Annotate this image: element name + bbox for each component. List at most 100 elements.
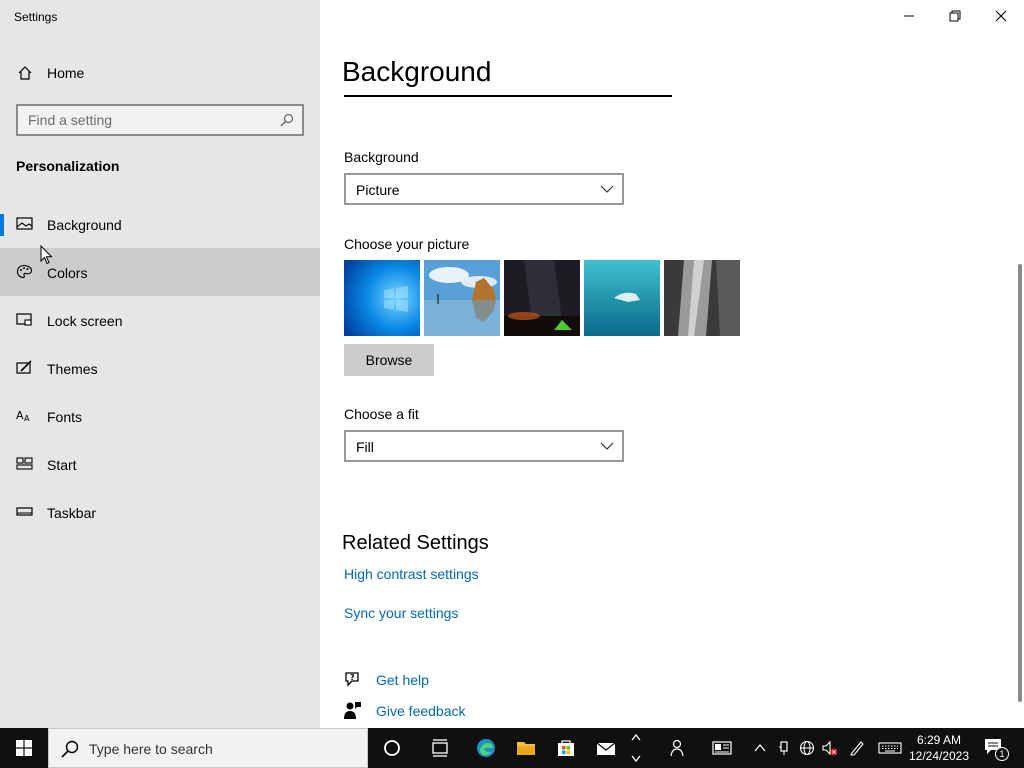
close-button[interactable]: [978, 0, 1024, 32]
picture-thumbnail-underwater[interactable]: [584, 260, 660, 336]
section-title: Personalization: [16, 158, 120, 174]
windows-wallpaper-image: [344, 260, 420, 336]
cortana-icon: [384, 740, 400, 756]
sidebar-item-label: Fonts: [47, 409, 83, 425]
news-icon: [712, 741, 732, 755]
restore-icon: [949, 10, 961, 22]
taskbar-scroll-arrows[interactable]: [628, 728, 644, 768]
close-icon: [995, 10, 1007, 22]
taskbar-clock[interactable]: 6:29 AM 12/24/2023: [904, 732, 974, 764]
scrollbar[interactable]: [1018, 264, 1022, 702]
sidebar-item-lock-screen[interactable]: Lock screen: [0, 296, 320, 344]
store-button[interactable]: [546, 728, 586, 768]
show-hidden-icons-chevron-icon[interactable]: [752, 740, 768, 756]
underwater-wallpaper-image: [584, 260, 660, 336]
sync-settings-link[interactable]: Sync your settings: [344, 605, 458, 621]
beach-wallpaper-image: [424, 260, 500, 336]
taskbar: Type here to search 6:29 AM 12/24/2023 1: [0, 728, 1024, 768]
sidebar-item-label: Taskbar: [47, 505, 97, 521]
help-icon: ?: [345, 672, 359, 687]
keyboard-icon[interactable]: [878, 740, 902, 756]
restore-button[interactable]: [932, 0, 978, 32]
network-globe-icon[interactable]: [799, 740, 815, 756]
sidebar-item-label: Themes: [47, 361, 98, 377]
picture-icon: [16, 217, 33, 230]
background-label: Background: [344, 149, 419, 165]
fit-dropdown-value: Fill: [356, 439, 374, 455]
get-help-link[interactable]: Get help: [376, 672, 429, 688]
svg-text:?: ?: [350, 673, 355, 682]
volume-muted-icon[interactable]: [822, 740, 838, 756]
search-icon[interactable]: [280, 113, 294, 127]
sidebar: Settings Home Find a setting Personaliza…: [0, 0, 320, 728]
fit-dropdown[interactable]: Fill: [344, 430, 624, 462]
search-placeholder: Find a setting: [28, 112, 113, 128]
picture-thumbnail-beach[interactable]: [424, 260, 500, 336]
taskbar-search-placeholder: Type here to search: [89, 741, 213, 757]
sidebar-item-start[interactable]: Start: [0, 440, 320, 488]
night-sky-wallpaper-image: [504, 260, 580, 336]
related-settings-heading: Related Settings: [342, 532, 489, 554]
sidebar-item-themes[interactable]: Themes: [0, 344, 320, 392]
choose-picture-label: Choose your picture: [344, 236, 470, 252]
people-button[interactable]: [656, 728, 696, 768]
news-button[interactable]: [702, 728, 742, 768]
give-feedback-link[interactable]: Give feedback: [376, 703, 466, 719]
start-button[interactable]: [0, 728, 48, 768]
home-icon: [18, 66, 32, 80]
sidebar-item-label: Colors: [47, 265, 88, 281]
sidebar-item-fonts[interactable]: A A Fonts: [0, 392, 320, 440]
pen-icon[interactable]: [849, 740, 865, 756]
folder-icon: [517, 742, 535, 755]
clock-date: 12/24/2023: [908, 749, 970, 763]
picture-thumbnail-windows[interactable]: [344, 260, 420, 336]
palette-icon: [16, 264, 33, 279]
taskbar-search-box[interactable]: Type here to search: [48, 728, 368, 768]
sidebar-item-background[interactable]: Background: [0, 200, 320, 248]
background-dropdown-value: Picture: [356, 182, 400, 198]
action-center-button[interactable]: 1: [980, 728, 1020, 768]
task-view-button[interactable]: [420, 728, 460, 768]
taskbar-icon: [16, 507, 33, 516]
background-dropdown[interactable]: Picture: [344, 173, 624, 205]
minimize-icon: [904, 15, 914, 17]
find-setting-search[interactable]: Find a setting: [16, 104, 304, 136]
high-contrast-settings-link[interactable]: High contrast settings: [344, 566, 479, 582]
picture-thumbnail-rock[interactable]: [664, 260, 740, 336]
minimize-button[interactable]: [886, 0, 932, 32]
browse-button[interactable]: Browse: [344, 344, 434, 376]
chevron-down-icon: [631, 755, 641, 763]
notification-count-badge: 1: [995, 747, 1009, 761]
start-icon: [16, 457, 33, 470]
fonts-icon: A A: [16, 409, 30, 423]
notification-count: 1: [999, 749, 1005, 759]
system-tray: [748, 728, 916, 768]
device-icon[interactable]: [776, 740, 792, 756]
file-explorer-button[interactable]: [506, 728, 546, 768]
chevron-down-icon: [600, 442, 614, 450]
lock-screen-icon: [16, 313, 32, 326]
task-view-icon: [432, 739, 448, 757]
mouse-cursor-icon: [40, 245, 53, 265]
edge-icon: [477, 739, 495, 757]
title-underline: [344, 95, 672, 97]
sidebar-item-label: Start: [47, 457, 77, 473]
picture-thumbnail-night-sky[interactable]: [504, 260, 580, 336]
people-icon: [670, 739, 684, 757]
clock-time: 6:29 AM: [916, 733, 962, 747]
svg-text:A: A: [16, 409, 24, 422]
home-label: Home: [47, 65, 85, 81]
svg-text:A: A: [24, 414, 30, 423]
sidebar-item-taskbar[interactable]: Taskbar: [0, 488, 320, 536]
mail-button[interactable]: [586, 728, 626, 768]
cortana-button[interactable]: [372, 728, 412, 768]
mail-icon: [596, 742, 616, 755]
rock-wallpaper-image: [664, 260, 740, 336]
search-icon: [61, 740, 79, 758]
windows-logo-icon: [16, 740, 32, 756]
edge-button[interactable]: [466, 728, 506, 768]
sidebar-item-label: Lock screen: [47, 313, 123, 329]
selected-indicator: [0, 214, 4, 236]
home-nav-item[interactable]: Home: [0, 56, 320, 90]
store-icon: [558, 740, 574, 756]
